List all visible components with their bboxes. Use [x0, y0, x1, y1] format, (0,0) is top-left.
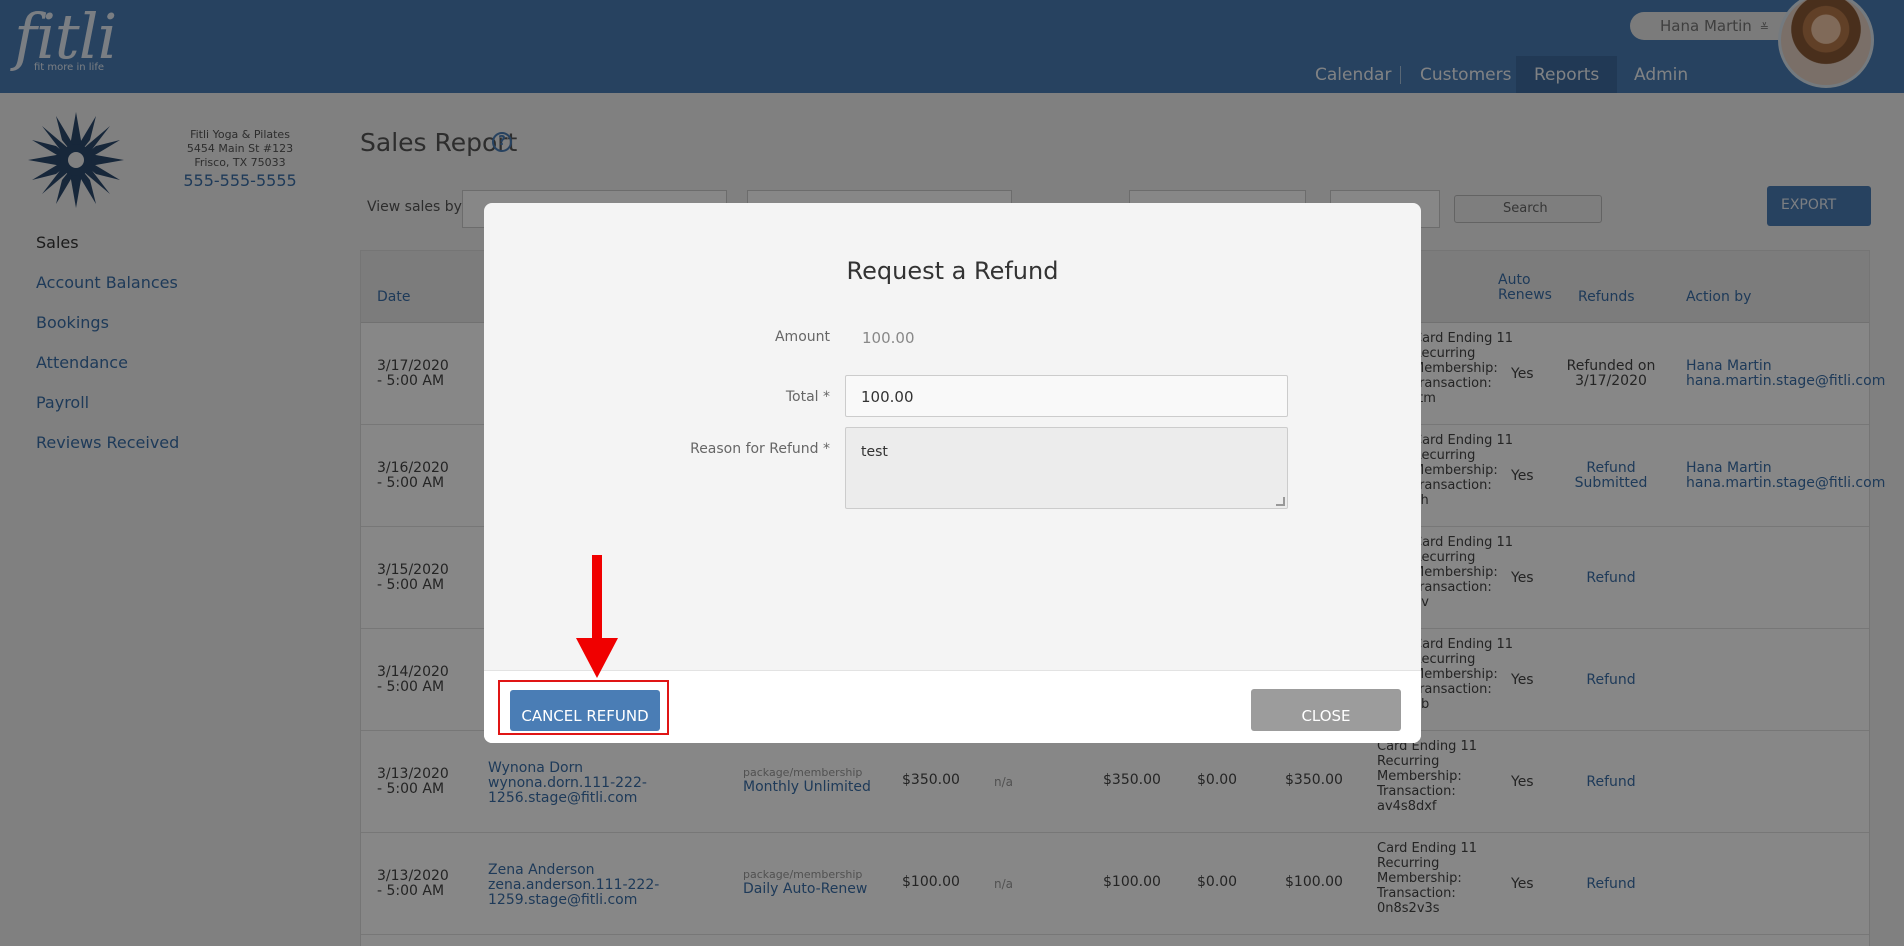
amount-label: Amount — [774, 329, 830, 345]
reason-textarea[interactable]: test — [845, 427, 1288, 509]
annotation-arrow-head-icon — [576, 638, 618, 678]
reason-label: Reason for Refund * — [690, 441, 830, 457]
annotation-arrow-icon — [592, 555, 602, 640]
amount-value: 100.00 — [862, 329, 915, 347]
reason-textarea-value: test — [861, 444, 888, 460]
refund-modal: Request a Refund Amount 100.00 Total * 1… — [484, 203, 1421, 743]
modal-title: Request a Refund — [846, 257, 1059, 285]
total-input[interactable]: 100.00 — [845, 375, 1288, 417]
close-button[interactable]: CLOSE — [1251, 689, 1401, 731]
total-input-value: 100.00 — [861, 388, 914, 406]
total-label: Total * — [785, 389, 830, 405]
resize-grip-icon[interactable] — [1276, 497, 1285, 506]
annotation-highlight-box — [498, 680, 669, 735]
